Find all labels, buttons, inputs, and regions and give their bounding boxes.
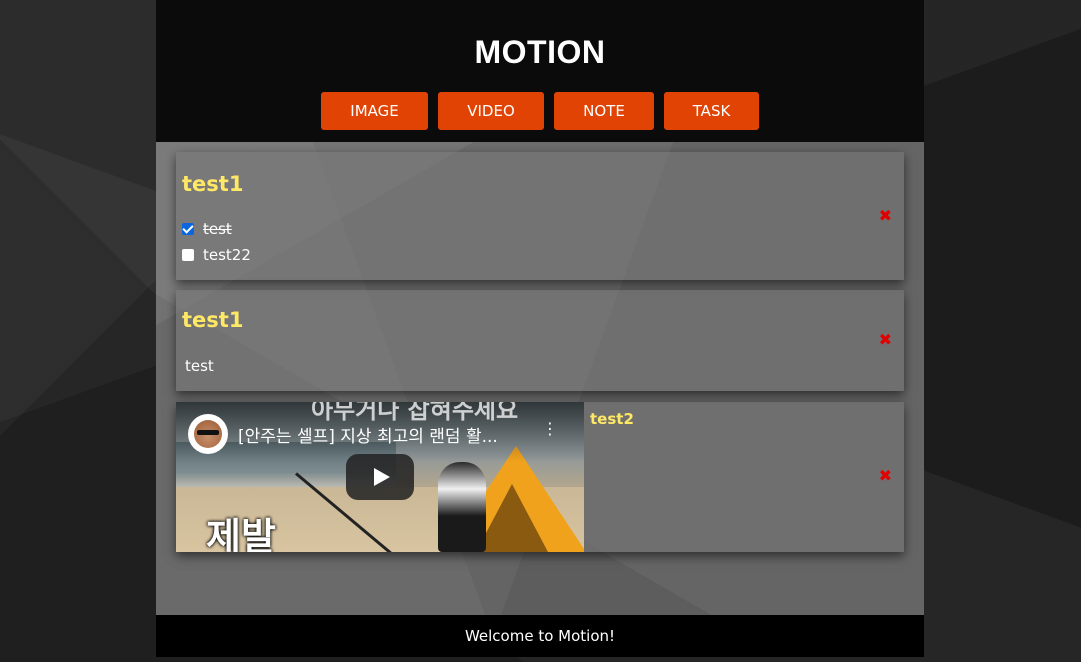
- todo-item[interactable]: test: [182, 220, 232, 238]
- channel-avatar[interactable]: [188, 414, 228, 454]
- video-player[interactable]: 아무거나 잡혀주세요 [안주는 셀프] 지상 최고의 랜덤 활... ⋮ 제발: [176, 402, 584, 552]
- app-title: MOTION: [474, 34, 606, 70]
- todo-label: test: [203, 220, 232, 238]
- close-icon[interactable]: ✖: [879, 332, 892, 348]
- control-panel: IMAGE VIDEO NOTE TASK: [321, 92, 759, 130]
- task-card-title: test1: [182, 172, 244, 196]
- video-title[interactable]: [안주는 셀프] 지상 최고의 랜덤 활...: [238, 422, 528, 447]
- todo-label: test22: [203, 246, 251, 264]
- person: [438, 462, 486, 552]
- video-button[interactable]: VIDEO: [438, 92, 544, 130]
- checkbox-checked[interactable]: [182, 223, 194, 235]
- tent-door: [476, 484, 548, 552]
- video-caption: 제발: [206, 515, 276, 552]
- header: MOTION IMAGE VIDEO NOTE TASK: [156, 0, 924, 142]
- play-icon: [374, 468, 390, 486]
- app: MOTION IMAGE VIDEO NOTE TASK test1 test …: [156, 0, 924, 657]
- task-card[interactable]: test1 test test22 ✖: [176, 152, 904, 280]
- note-card-title: test1: [182, 308, 244, 332]
- document: test1 test test22 ✖ test1 test ✖ 아무거나 잡혀…: [156, 142, 924, 615]
- checkbox-unchecked[interactable]: [182, 249, 194, 261]
- avatar-icon: [194, 420, 222, 448]
- close-icon[interactable]: ✖: [879, 468, 892, 484]
- task-button[interactable]: TASK: [664, 92, 759, 130]
- footer: Welcome to Motion!: [156, 615, 924, 657]
- play-button[interactable]: [346, 454, 414, 500]
- footer-text: Welcome to Motion!: [464, 627, 616, 645]
- todo-item[interactable]: test22: [182, 246, 251, 264]
- video-card-title: test2: [590, 410, 634, 428]
- close-icon[interactable]: ✖: [879, 208, 892, 224]
- video-card[interactable]: 아무거나 잡혀주세요 [안주는 셀프] 지상 최고의 랜덤 활... ⋮ 제발 …: [176, 402, 904, 552]
- image-button[interactable]: IMAGE: [321, 92, 428, 130]
- note-card[interactable]: test1 test ✖: [176, 290, 904, 391]
- note-body: test: [185, 357, 214, 375]
- more-vert-icon[interactable]: ⋮: [542, 421, 558, 446]
- note-button[interactable]: NOTE: [554, 92, 654, 130]
